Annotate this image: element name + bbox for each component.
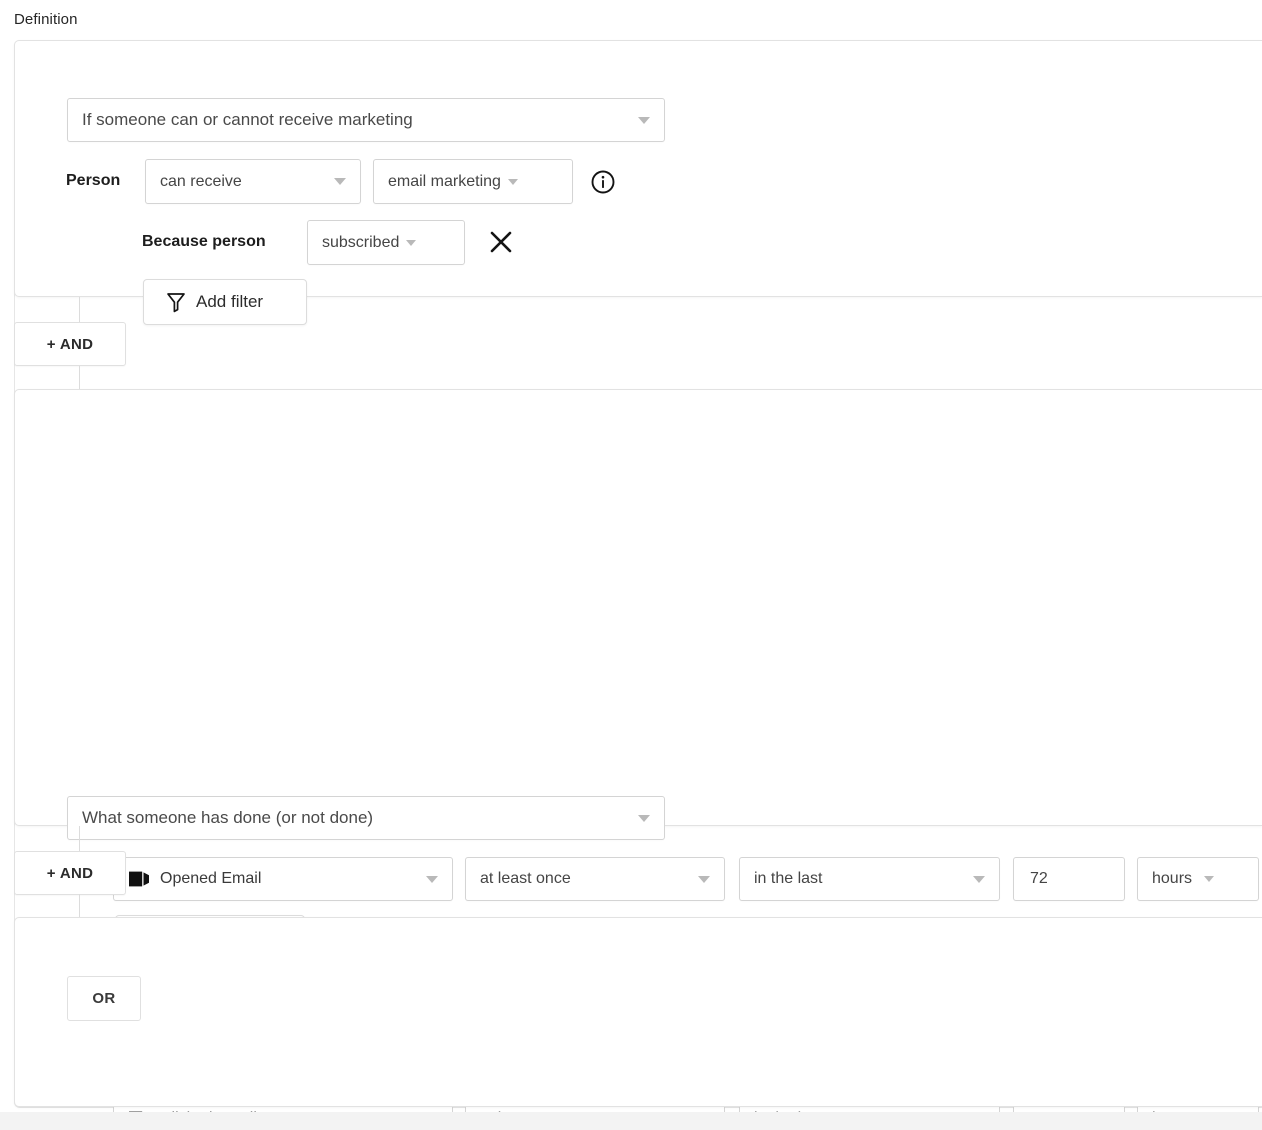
connector-line (79, 826, 80, 852)
condition-type-select-2[interactable]: What someone has done (or not done) (67, 796, 665, 840)
chevron-down-icon (1204, 876, 1215, 882)
reason-value: subscribed (322, 233, 400, 251)
or-operator-button[interactable]: OR (67, 976, 141, 1021)
add-filter-label-1: Add filter (196, 292, 264, 311)
funnel-outline-icon (166, 291, 186, 313)
timeframe-select-1[interactable]: in the last (739, 857, 1000, 901)
chevron-down-icon (406, 239, 417, 246)
timeframe-value-1: in the last (754, 870, 823, 887)
close-icon[interactable] (487, 228, 515, 256)
add-and-condition-button-1[interactable]: + AND (14, 322, 126, 366)
and-label-1: AND (59, 335, 94, 353)
unit-select-1[interactable]: hours (1137, 857, 1259, 901)
event-select-1[interactable]: Opened Email (113, 857, 453, 901)
info-icon[interactable] (590, 169, 616, 195)
plus-icon: + (46, 335, 56, 353)
chevron-down-icon (638, 116, 650, 124)
definition-builder-page: Definition If someone can or cannot rece… (0, 0, 1262, 1130)
frequency-value-1: at least once (480, 870, 571, 887)
event-value-1: Opened Email (160, 870, 262, 887)
chevron-down-icon (638, 814, 650, 822)
chevron-down-icon (426, 875, 438, 883)
chevron-down-icon (507, 178, 518, 185)
condition-type-select-1[interactable]: If someone can or cannot receive marketi… (67, 98, 665, 142)
and-label-2: AND (59, 864, 94, 882)
channel-select[interactable]: email marketing (373, 159, 573, 204)
reason-select[interactable]: subscribed (307, 220, 465, 265)
email-event-icon (128, 868, 150, 890)
plus-icon: + (46, 864, 56, 882)
frequency-select-1[interactable]: at least once (465, 857, 725, 901)
condition-group-email-engagement: What someone has done (or not done) Has … (14, 389, 1262, 1130)
add-filter-button-1[interactable]: Add filter (143, 279, 307, 325)
condition-group-marketing-consent: If someone can or cannot receive marketi… (14, 40, 1262, 325)
because-person-label: Because person (142, 233, 266, 250)
amount-value-1: 72 (1030, 870, 1048, 887)
condition-type-value-2: What someone has done (or not done) (82, 808, 374, 827)
chevron-down-icon (973, 875, 985, 883)
chevron-down-icon (698, 875, 710, 883)
amount-input-1[interactable]: 72 (1013, 857, 1125, 901)
add-and-condition-button-2[interactable]: + AND (14, 851, 126, 895)
unit-value-1: hours (1152, 870, 1193, 887)
connector-line (79, 894, 80, 918)
channel-value: email marketing (388, 172, 501, 190)
page-bottom-strip (0, 1112, 1262, 1130)
condition-group-placed-order: What someone has done (or not done) Has … (14, 917, 1262, 1107)
condition-type-value-1: If someone can or cannot receive marketi… (82, 110, 413, 129)
person-label: Person (66, 172, 121, 189)
connector-line (79, 297, 80, 323)
consent-select[interactable]: can receive (145, 159, 361, 204)
connector-line (79, 366, 80, 390)
chevron-down-icon (334, 178, 346, 185)
consent-value: can receive (160, 172, 242, 190)
page-title: Definition (14, 11, 78, 28)
